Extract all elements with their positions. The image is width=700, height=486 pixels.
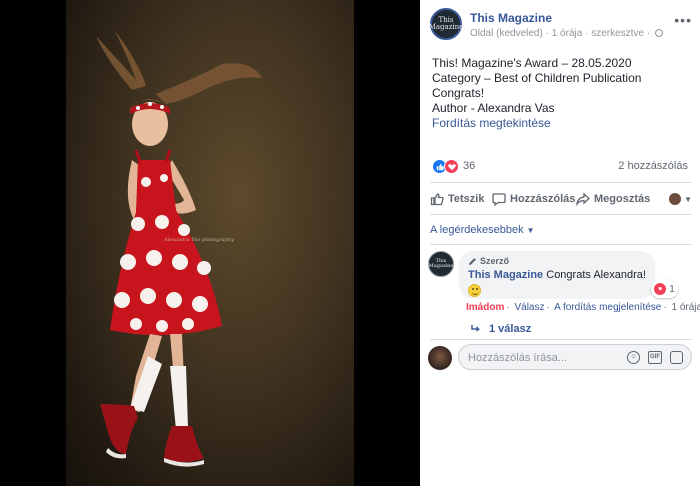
pencil-icon (468, 257, 476, 265)
comment-button[interactable]: Hozzászólás (492, 188, 575, 210)
share-icon (576, 192, 590, 206)
comment: This Magazine Szerző This Magazine Congr… (428, 251, 700, 341)
post-header: This Magazine This Magazine Oldal (kedve… (428, 8, 692, 42)
love-icon: ♥ (654, 283, 667, 295)
chevron-down-icon: ▼ (684, 194, 692, 204)
post-line: Congrats! (432, 86, 485, 100)
reactions-bar: 36 2 hozzászólás (432, 159, 688, 175)
post-line: Category – Best of Children Publication (432, 71, 642, 85)
divider (430, 339, 692, 340)
comment-time[interactable]: 1 órája (671, 302, 700, 313)
profile-mini-avatar (669, 193, 682, 205)
separator: · (663, 302, 667, 313)
reply-link[interactable]: Válasz (514, 302, 544, 313)
comment-reactions[interactable]: ♥ 1 (651, 280, 678, 298)
commenter-avatar[interactable]: This Magazine (428, 251, 454, 277)
author-badge-label: Szerző (480, 256, 510, 266)
post-line: This! Magazine's Award – 28.05.2020 (432, 56, 632, 70)
comment-icon (492, 193, 506, 206)
current-user-avatar[interactable] (428, 346, 452, 370)
show-translation-link[interactable]: A fordítás megjelenítése (554, 302, 661, 313)
post-meta: Oldal (kedveled) · 1 órája · szerkesztve… (470, 28, 663, 39)
post-sidebar: This Magazine This Magazine Oldal (kedve… (420, 0, 700, 486)
sort-label: A legérdekesebbek (430, 224, 524, 236)
post-time[interactable]: 1 órája (552, 28, 583, 39)
comment-input-box[interactable]: ☺ GIF (458, 344, 692, 370)
separator: · (506, 302, 510, 313)
post-line: Author - Alexandra Vas (432, 101, 555, 115)
smile-emoji-icon (468, 284, 481, 297)
edited-label[interactable]: szerkesztve (591, 28, 644, 39)
author-badge: Szerző (468, 256, 646, 266)
chevron-down-icon: ▼ (526, 226, 535, 235)
girl-illustration (96, 30, 262, 467)
divider (430, 182, 692, 183)
photo-watermark: Alexandra Vas photography (164, 237, 234, 243)
comments-count-link[interactable]: 2 hozzászólás (618, 160, 688, 172)
reaction-count[interactable]: 36 (463, 160, 475, 172)
gif-icon[interactable]: GIF (648, 351, 662, 364)
post-text: This! Magazine's Award – 28.05.2020 Cate… (432, 56, 692, 131)
reply-arrow-icon (471, 325, 481, 332)
comment-composer: ☺ GIF (428, 344, 692, 372)
comment-sort-dropdown[interactable]: A legérdekesebbek ▼ (430, 224, 535, 236)
more-options-icon[interactable]: ••• (674, 12, 692, 28)
emoji-icon[interactable]: ☺ (627, 351, 640, 364)
comment-line: This Magazine Congrats Alexandra! (468, 269, 646, 281)
globe-icon (654, 29, 663, 37)
like-button[interactable]: Tetszik (430, 188, 484, 210)
like-label: Tetszik (448, 193, 485, 205)
comment-text: Congrats Alexandra! (546, 269, 646, 281)
comment-reaction-count: 1 (669, 283, 675, 295)
post-photo[interactable]: Alexandra Vas photography (66, 0, 354, 486)
comment-bubble: Szerző This Magazine Congrats Alexandra! (459, 251, 655, 299)
replies-count: 1 válasz (489, 323, 532, 335)
comment-actions: Imádom · Válasz · A fordítás megjelenítése… (466, 302, 700, 313)
page-category: Oldal (kedveled) (470, 28, 543, 39)
commenter-name-link[interactable]: This Magazine (468, 269, 543, 281)
love-icon[interactable] (444, 159, 459, 174)
separator: · (546, 302, 550, 313)
like-outline-icon (430, 193, 444, 206)
meta-separator: · (545, 28, 549, 39)
view-replies-link[interactable]: 1 válasz (471, 323, 531, 335)
divider (430, 244, 692, 245)
page-name-link[interactable]: This Magazine (470, 11, 552, 25)
comment-input[interactable] (468, 350, 618, 365)
photo-viewer[interactable]: Alexandra Vas photography (0, 0, 420, 486)
comment-label: Hozzászólás (510, 193, 576, 205)
page-avatar[interactable]: This Magazine (428, 8, 464, 40)
divider (430, 214, 692, 215)
react-as-selector[interactable]: ▼ (669, 188, 692, 210)
meta-separator: · (585, 28, 589, 39)
commenter-avatar-logo: This Magazine (428, 258, 454, 269)
page-avatar-logo: This Magazine (428, 16, 464, 31)
meta-separator: · (646, 28, 651, 39)
post-actions: Tetszik Hozzászólás Megosztás ▼ (430, 188, 692, 210)
love-reaction-link[interactable]: Imádom (466, 302, 504, 313)
see-translation-link[interactable]: Fordítás megtekintése (432, 116, 692, 131)
composer-icons: ☺ GIF (627, 351, 683, 364)
sticker-icon[interactable] (670, 351, 683, 364)
share-button[interactable]: Megosztás (576, 188, 650, 210)
share-label: Megosztás (594, 193, 651, 205)
